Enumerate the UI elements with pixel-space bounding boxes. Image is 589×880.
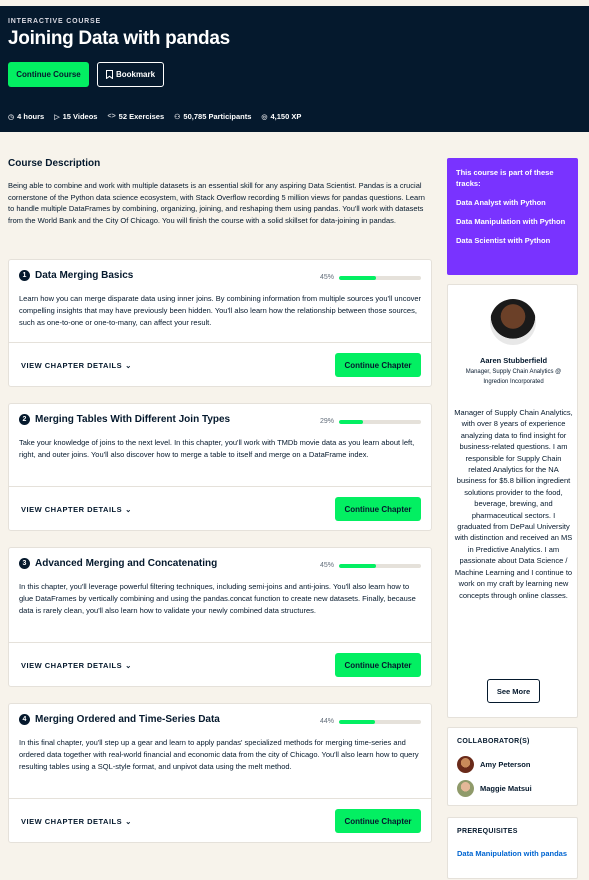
chapter-number: 1 [19,270,30,281]
progress-percent: 29% [319,418,334,425]
course-type-label: INTERACTIVE COURSE [8,18,101,25]
chevron-down-icon: ⌄ [125,661,132,670]
chapter-progress: 45% [320,562,421,569]
chapter-card-3: 3 Advanced Merging and Concatenating 45%… [8,547,432,687]
instructor-card: Aaren Stubberfield Manager, Supply Chain… [447,284,578,718]
stat-exercises: <> 52 Exercises [107,112,165,121]
xp-icon: ◎ [261,113,268,121]
chevron-down-icon: ⌄ [125,361,132,370]
stat-xp: ◎ 4,150 XP [261,112,302,121]
collaborators-heading: COLLABORATOR(S) [457,738,530,745]
view-chapter-details-link[interactable]: VIEW CHAPTER DETAILS ⌄ [21,661,132,670]
collaborator-name: Maggie Matsui [480,784,532,793]
clock-icon: ◷ [8,113,15,121]
prerequisites-heading: PREREQUISITES [457,828,518,835]
course-header: INTERACTIVE COURSE Joining Data with pan… [0,6,589,132]
description-heading: Course Description [8,158,101,169]
chapter-description: In this final chapter, you'll step up a … [19,738,419,771]
instructor-name: Aaren Stubberfield [479,356,548,365]
instructor-role: Manager, Supply Chain Analytics @ Ingred… [465,369,562,385]
bookmark-button[interactable]: Bookmark [97,62,164,87]
chapter-number: 2 [19,414,30,425]
progress-percent: 45% [319,562,334,569]
view-chapter-details-link[interactable]: VIEW CHAPTER DETAILS ⌄ [21,361,132,370]
code-icon: <> [107,113,116,120]
continue-chapter-button[interactable]: Continue Chapter [335,653,421,677]
chapter-description: Learn how you can merge disparate data u… [19,294,422,327]
stat-duration: ◷ 4 hours [8,112,45,121]
chevron-down-icon: ⌄ [125,505,132,514]
instructor-avatar [490,299,536,345]
chapter-title: Merging Tables With Different Join Types [35,414,231,425]
continue-chapter-button[interactable]: Continue Chapter [335,809,421,833]
avatar [457,756,474,773]
chapter-progress: 45% [320,274,421,281]
continue-course-button[interactable]: Continue Course [8,62,89,87]
course-stats: ◷ 4 hours ▷ 15 Videos <> 52 Exercises ⚇ … [8,112,301,121]
chapter-progress: 44% [320,718,421,725]
tracks-heading: This course is part of these tracks: [456,168,554,188]
chapter-card-2: 2 Merging Tables With Different Join Typ… [8,403,432,531]
course-title: Joining Data with pandas [8,28,230,49]
play-icon: ▷ [54,113,60,121]
prerequisite-link[interactable]: Data Manipulation with pandas [457,848,567,859]
track-link-data-analyst[interactable]: Data Analyst with Python [456,197,569,208]
progress-percent: 44% [319,718,334,725]
collaborator-item[interactable]: Amy Peterson [457,756,530,773]
chapter-description: In this chapter, you'll leverage powerfu… [19,582,416,615]
continue-chapter-button[interactable]: Continue Chapter [335,497,421,521]
chapter-title: Data Merging Basics [35,270,134,281]
stat-videos: ▷ 15 Videos [54,112,98,121]
bookmark-label: Bookmark [115,70,156,79]
chapter-card-4: 4 Merging Ordered and Time-Series Data 4… [8,703,432,843]
progress-bar [339,719,421,724]
progress-bar [339,563,421,568]
track-link-data-scientist[interactable]: Data Scientist with Python [456,235,569,246]
view-chapter-details-link[interactable]: VIEW CHAPTER DETAILS ⌄ [21,505,132,514]
instructor-bio: Manager of Supply Chain Analytics, with … [454,408,573,600]
collaborator-item[interactable]: Maggie Matsui [457,780,532,797]
chapter-number: 3 [19,558,30,569]
chapter-title: Merging Ordered and Time-Series Data [35,714,220,725]
bookmark-icon [105,70,113,79]
continue-chapter-button[interactable]: Continue Chapter [335,353,421,377]
track-link-data-manipulation[interactable]: Data Manipulation with Python [456,216,569,227]
participants-icon: ⚇ [174,113,181,121]
view-chapter-details-link[interactable]: VIEW CHAPTER DETAILS ⌄ [21,817,132,826]
chevron-down-icon: ⌄ [125,817,132,826]
stat-participants: ⚇ 50,785 Participants [174,112,252,121]
prerequisites-panel: PREREQUISITES Data Manipulation with pan… [447,817,578,879]
progress-bar [339,275,421,280]
progress-bar [339,419,421,424]
chapter-progress: 29% [320,418,421,425]
collaborator-name: Amy Peterson [480,760,531,769]
chapter-description: Take your knowledge of joins to the next… [19,438,415,459]
chapter-number: 4 [19,714,30,725]
collaborators-panel: COLLABORATOR(S) Amy Peterson Maggie Mats… [447,727,578,806]
progress-percent: 45% [319,274,334,281]
see-more-button[interactable]: See More [487,679,540,703]
chapter-title: Advanced Merging and Concatenating [35,558,218,569]
avatar [457,780,474,797]
tracks-panel: This course is part of these tracks: Dat… [447,158,578,275]
description-text: Being able to combine and work with mult… [8,181,425,225]
chapter-card-1: 1 Data Merging Basics 45% Learn how you … [8,259,432,387]
